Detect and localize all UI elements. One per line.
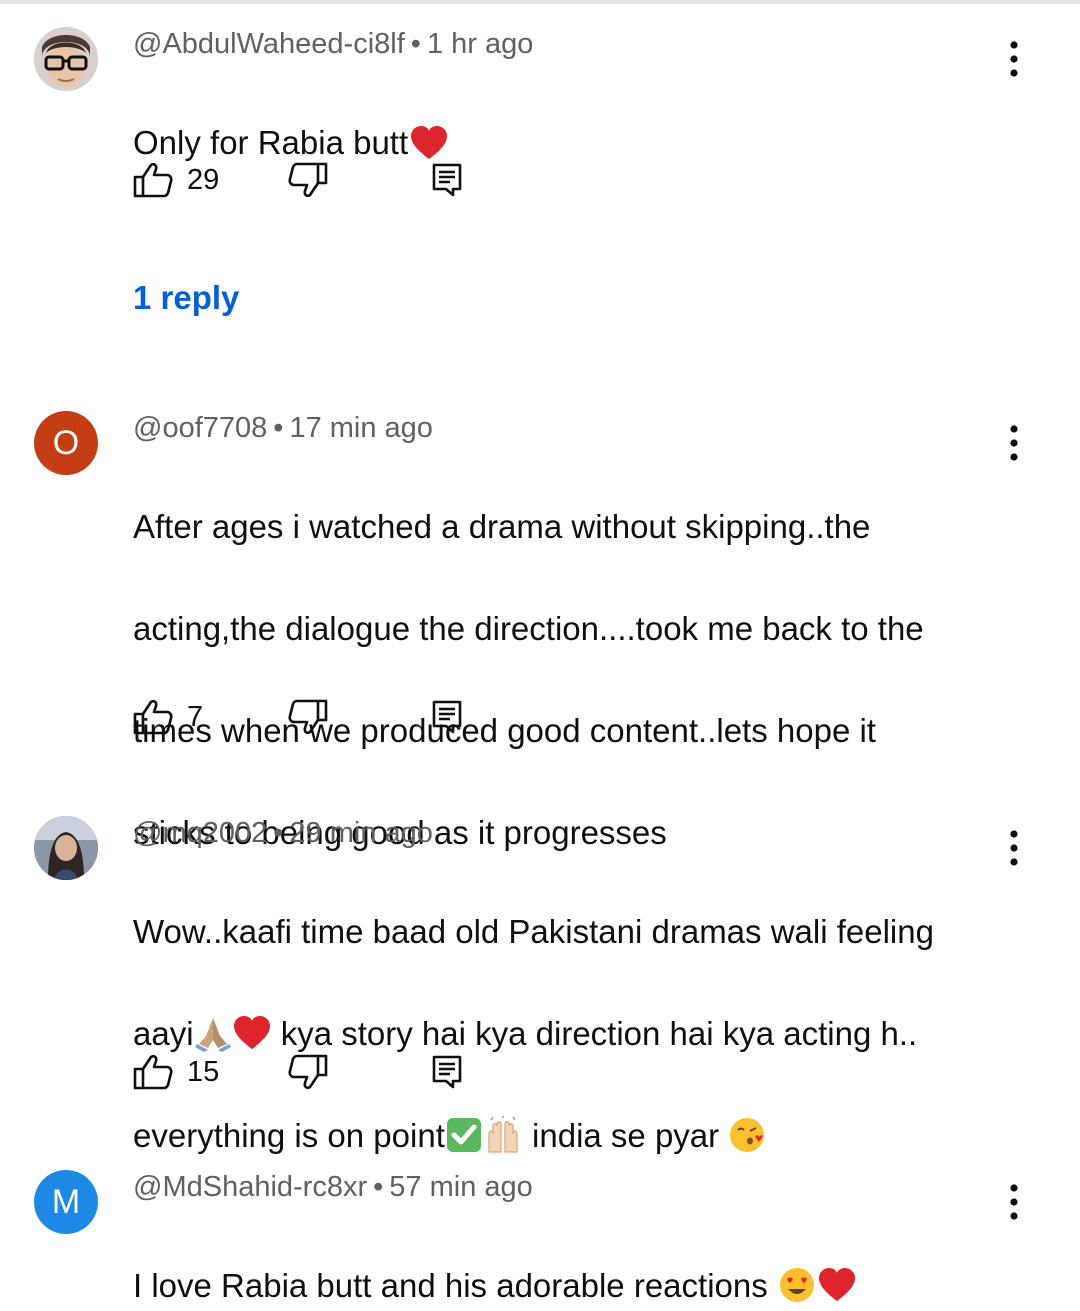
reply-icon [431,1054,463,1090]
like-count: 29 [187,163,220,196]
check-mark-emoji [446,1118,481,1153]
comment-text: I love Rabia butt and his adorable react… [133,1209,1013,1311]
comment-fragment: india se pyar [522,1117,729,1154]
dislike-icon [288,162,328,198]
author-handle[interactable]: @MdShahid-rc8xr [133,1171,367,1203]
comment-line: everything is on point india se pyar [133,1110,1003,1161]
comment-line: After ages i watched a drama without ski… [133,508,871,545]
comment-meta: @mq2002 • 29 min ago [133,817,433,850]
comment-fragment: kya story hai kya direction hai kya acti… [271,1015,918,1052]
like-button[interactable]: 7 [133,695,203,739]
comment-text-content: I love Rabia butt and his adorable react… [133,1267,777,1304]
reply-icon [431,162,463,198]
more-options-button[interactable] [996,826,1032,870]
comment-text: Only for Rabia butt [133,66,1013,168]
avatar[interactable]: O [34,411,98,475]
heart-emoji [817,1267,857,1303]
dislike-button[interactable] [288,1050,328,1094]
avatar[interactable] [34,27,98,91]
comment-meta: @oof7708 • 17 min ago [133,412,433,445]
comment-text: Wow..kaafi time baad old Pakistani drama… [133,855,1003,1212]
more-vert-icon [1008,423,1020,463]
reply-button[interactable] [431,1050,463,1094]
heart-eyes-emoji [779,1268,814,1303]
meta-separator: • [273,412,284,444]
author-handle[interactable]: @mq2002 [133,817,267,849]
reply-icon [431,699,463,735]
author-handle[interactable]: @AbdulWaheed-ci8lf [133,28,405,60]
avatar-letter: O [52,423,80,462]
comment-time: 57 min ago [389,1171,533,1203]
meta-separator: • [410,28,421,60]
author-handle[interactable]: @oof7708 [133,412,267,444]
more-options-button[interactable] [996,1180,1032,1224]
praying-hands-emoji [194,1018,231,1053]
meta-separator: • [273,817,284,849]
comment-fragment: aayi [133,1015,194,1052]
avatar-photo [34,27,98,91]
comment-line: times when we produced good content..let… [133,712,876,749]
comment-time: 29 min ago [289,817,433,849]
more-vert-icon [1008,828,1020,868]
comment-text-content: Only for Rabia butt [133,124,409,161]
comment-fragment: everything is on point [133,1117,445,1154]
like-count: 15 [187,1055,220,1088]
heart-emoji [409,125,449,161]
like-icon [133,1054,173,1090]
dislike-button[interactable] [288,158,328,202]
meta-separator: • [373,1171,384,1203]
reply-button[interactable] [431,695,463,739]
reply-button[interactable] [431,158,463,202]
avatar[interactable] [34,816,98,880]
more-vert-icon [1008,39,1020,79]
like-button[interactable]: 15 [133,1050,219,1094]
raising-hands-emoji [488,1116,518,1153]
comment-meta: @AbdulWaheed-ci8lf • 1 hr ago [133,28,533,61]
comment-time: 1 hr ago [426,28,534,60]
kissing-face-emoji [730,1118,765,1153]
dislike-button[interactable] [288,695,328,739]
heart-emoji [232,1015,272,1051]
like-icon [133,699,173,735]
comment-meta: @MdShahid-rc8xr • 57 min ago [133,1171,533,1204]
dislike-icon [288,699,328,735]
avatar[interactable]: M [34,1170,98,1234]
more-options-button[interactable] [996,421,1032,465]
more-options-button[interactable] [996,37,1032,81]
top-divider [0,0,1080,4]
view-replies-link[interactable]: 1 reply [133,279,239,317]
dislike-icon [288,1054,328,1090]
avatar-photo [34,816,98,880]
like-button[interactable]: 29 [133,158,219,202]
like-count: 7 [187,700,204,733]
avatar-letter: M [51,1182,81,1221]
comment-time: 17 min ago [289,412,433,444]
more-vert-icon [1008,1182,1020,1222]
like-icon [133,162,173,198]
comment-line: aayi kya story hai kya direction hai kya… [133,1008,1003,1059]
comment-line: acting,the dialogue the direction....too… [133,610,924,647]
comment-line: Wow..kaafi time baad old Pakistani drama… [133,913,934,950]
